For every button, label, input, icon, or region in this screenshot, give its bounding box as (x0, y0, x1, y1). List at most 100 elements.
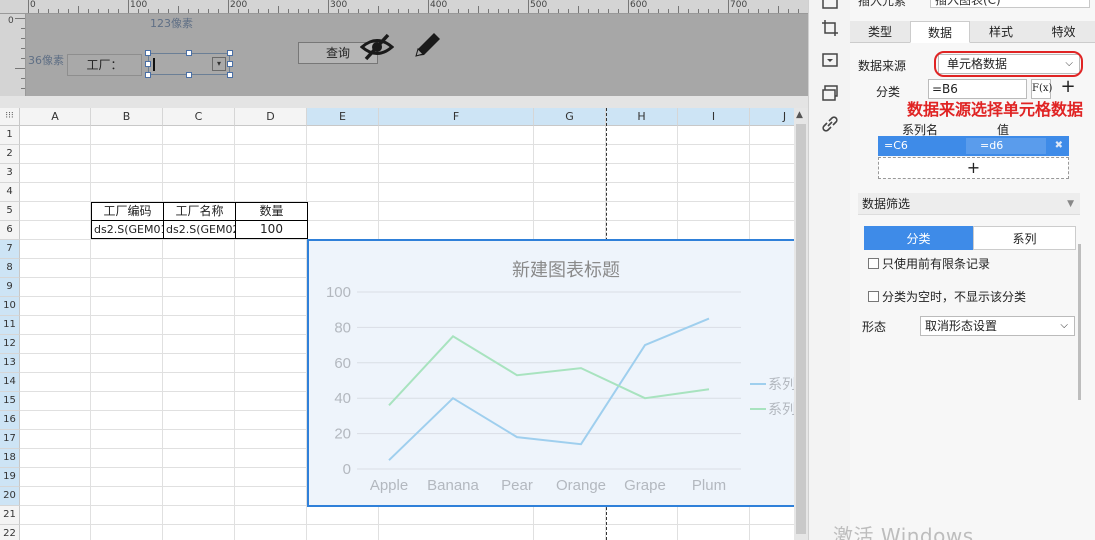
line-chart: 新建图表标题 0 20 40 60 80 100 Apple Banana Pear Orange G… (326, 260, 796, 494)
row-header-19[interactable]: 19 (0, 468, 20, 487)
factory-label[interactable]: 工厂： (67, 54, 142, 76)
dropdown-icon[interactable]: ▾ (212, 57, 226, 71)
row-header-6[interactable]: 6 (0, 221, 20, 240)
column-header-f[interactable]: F (379, 108, 534, 126)
add-series-button[interactable]: + (878, 157, 1069, 179)
resize-handle[interactable] (186, 50, 192, 56)
chart-container[interactable]: 新建图表标题 0 20 40 60 80 100 Apple Banana Pear Orange G… (307, 239, 797, 507)
header-cell[interactable]: 工厂名称 (163, 202, 236, 221)
ruler-tick (148, 9, 149, 13)
limit-records-checkbox[interactable]: 只使用前有限条记录 (868, 255, 990, 272)
ruler-tick (518, 9, 519, 13)
column-header-i[interactable]: I (678, 108, 750, 126)
ruler-tick (408, 9, 409, 13)
row-header-10[interactable]: 10 (0, 297, 20, 316)
scroll-up-icon[interactable]: ▲ (796, 110, 803, 120)
row-header-4[interactable]: 4 (0, 183, 20, 202)
resize-handle[interactable] (186, 72, 192, 78)
link-icon[interactable] (821, 115, 839, 133)
limit-records-label: 只使用前有限条记录 (882, 257, 991, 271)
row-header-17[interactable]: 17 (0, 430, 20, 449)
vertical-scrollbar[interactable]: ▲ (794, 108, 808, 540)
design-area-divider (0, 96, 808, 108)
stack-icon[interactable] (821, 84, 839, 102)
row-header-8[interactable]: 8 (0, 259, 20, 278)
resize-handle[interactable] (227, 61, 233, 67)
tab-data[interactable]: 数据 (910, 21, 970, 43)
resize-handle[interactable] (145, 72, 151, 78)
form-value: 取消形态设置 (925, 319, 998, 333)
column-header-g[interactable]: G (534, 108, 606, 126)
row-header-3[interactable]: 3 (0, 164, 20, 183)
header-cell[interactable]: 数量 (235, 202, 308, 221)
form-select[interactable]: 取消形态设置 ⌵ (920, 316, 1075, 336)
subtab-category[interactable]: 分类 (864, 226, 973, 250)
insert-element-select[interactable]: 插入图表(C) (930, 0, 1090, 8)
tab-effects[interactable]: 特效 (1032, 21, 1095, 43)
column-header-b[interactable]: B (91, 108, 163, 126)
series-value-field[interactable] (966, 138, 1046, 154)
row-header-20[interactable]: 20 (0, 487, 20, 506)
panel-scrollbar[interactable] (1078, 244, 1081, 400)
ruler-tick (778, 6, 779, 13)
ruler-tick (468, 9, 469, 13)
column-header-e[interactable]: E (307, 108, 379, 126)
row-header-11[interactable]: 11 (0, 316, 20, 335)
header-cell[interactable]: 工厂编码 (91, 202, 164, 221)
row-header-7[interactable]: 7 (0, 240, 20, 259)
ruler-tick (78, 6, 79, 13)
series-name-field[interactable]: =C6 (884, 136, 908, 156)
hide-empty-category-checkbox[interactable]: 分类为空时，不显示该分类 (868, 288, 1026, 305)
data-filter-header[interactable]: 数据筛选 ▼ (858, 193, 1080, 215)
row-header-9[interactable]: 9 (0, 278, 20, 297)
crop-icon[interactable] (821, 19, 839, 37)
resize-handle[interactable] (145, 50, 151, 56)
legend-label: 系列 (768, 377, 796, 393)
column-header-a[interactable]: A (20, 108, 91, 126)
scrollbar-thumb[interactable] (796, 124, 806, 534)
layout-icon[interactable] (821, 0, 839, 10)
checkbox-icon[interactable] (868, 291, 879, 302)
series-row[interactable]: =C6 =d6 ✖ (878, 136, 1069, 156)
ruler-tick (178, 6, 179, 13)
grid-column-line (234, 126, 235, 540)
row-header-12[interactable]: 12 (0, 335, 20, 354)
column-header-d[interactable]: D (235, 108, 307, 126)
resize-handle[interactable] (227, 72, 233, 78)
subtab-series[interactable]: 系列 (973, 226, 1076, 250)
checkbox-icon[interactable] (868, 258, 879, 269)
row-header-16[interactable]: 16 (0, 411, 20, 430)
column-header-c[interactable]: C (163, 108, 235, 126)
row-header-5[interactable]: 5 (0, 202, 20, 221)
edit-pencil-icon[interactable] (410, 30, 444, 62)
ruler-tick (568, 9, 569, 13)
hide-eye-icon[interactable] (360, 32, 394, 62)
add-category-button[interactable]: + (1059, 77, 1077, 97)
row-header-15[interactable]: 15 (0, 392, 20, 411)
row-header-13[interactable]: 13 (0, 354, 20, 373)
image-frame-icon[interactable] (821, 51, 839, 69)
column-header-h[interactable]: H (606, 108, 678, 126)
resize-handle[interactable] (227, 50, 233, 56)
data-cell[interactable]: ds2.S(GEM01 (91, 220, 164, 239)
ruler-tick (378, 6, 379, 13)
row-header-1[interactable]: 1 (0, 126, 20, 145)
row-header-21[interactable]: 21 (0, 506, 20, 525)
ruler-tick (158, 9, 159, 13)
data-cell[interactable]: ds2.S(GEM02 (163, 220, 236, 239)
data-cell[interactable]: 100 (235, 220, 308, 239)
select-all-corner[interactable]: ⁝⁝⁝ (0, 108, 20, 126)
x-tick-label: Pear (501, 477, 533, 494)
grid-column-line (162, 126, 163, 540)
resize-handle[interactable] (145, 61, 151, 67)
row-header-14[interactable]: 14 (0, 373, 20, 392)
row-header-2[interactable]: 2 (0, 145, 20, 164)
series-line-1 (388, 317, 710, 461)
ruler-tick (758, 9, 759, 13)
tab-type[interactable]: 类型 (850, 21, 910, 43)
tab-style[interactable]: 样式 (970, 21, 1032, 43)
delete-series-icon[interactable]: ✖ (1055, 136, 1063, 156)
row-header-22[interactable]: 22 (0, 525, 20, 540)
row-header-18[interactable]: 18 (0, 449, 20, 468)
column-header-j[interactable]: J (750, 108, 794, 126)
